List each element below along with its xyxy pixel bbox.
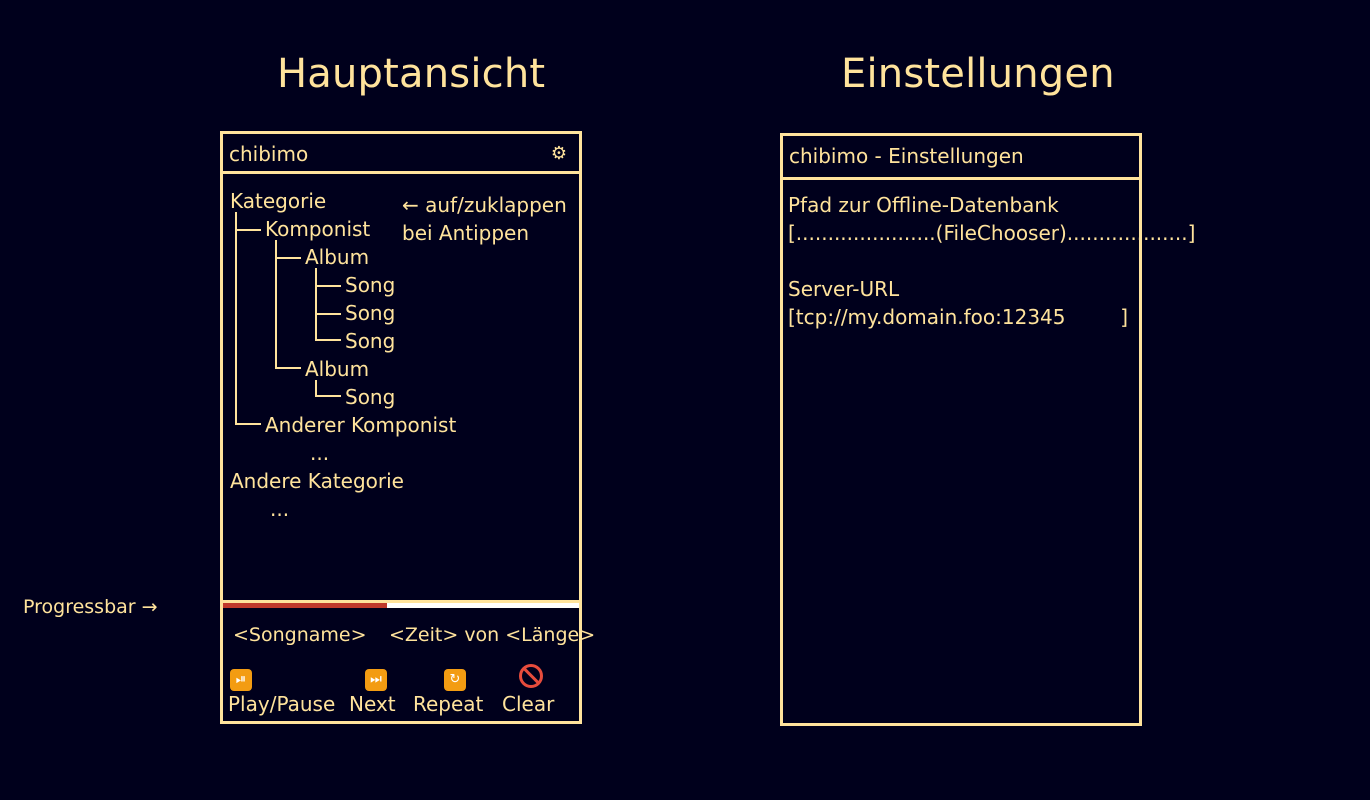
tree-connector bbox=[275, 257, 301, 259]
next-track-icon[interactable]: ⏭ bbox=[363, 664, 389, 691]
tree-ellipsis: ... bbox=[310, 441, 330, 465]
tree-connector bbox=[315, 285, 341, 287]
tree-other-composer[interactable]: Anderer Komponist bbox=[265, 411, 456, 439]
play-pause-icon[interactable]: ⏯ bbox=[228, 664, 254, 691]
prohibited-icon[interactable] bbox=[518, 664, 544, 688]
next-button[interactable]: Next bbox=[349, 690, 396, 718]
settings-view-panel: chibimo - Einstellungen Pfad zur Offline… bbox=[780, 133, 1195, 726]
server-url-end: ] bbox=[1120, 305, 1128, 329]
tree-song[interactable]: Song bbox=[345, 271, 395, 299]
tree-album[interactable]: Album bbox=[305, 243, 369, 271]
collapse-note: ← auf/zuklappen bbox=[402, 193, 567, 217]
progress-bar[interactable] bbox=[223, 600, 579, 611]
main-view-heading: Hauptansicht bbox=[277, 51, 546, 97]
tree-connector bbox=[235, 212, 237, 424]
clear-button[interactable]: Clear bbox=[502, 690, 554, 718]
settings-titlebar: chibimo - Einstellungen bbox=[783, 136, 1139, 180]
tree-ellipsis: ... bbox=[270, 497, 290, 521]
tree-composer[interactable]: Komponist bbox=[265, 215, 370, 243]
settings-view-heading: Einstellungen bbox=[841, 51, 1115, 97]
tree-connector bbox=[315, 380, 317, 396]
tree-connector bbox=[275, 367, 301, 369]
tree-connector bbox=[235, 229, 261, 231]
time-info: <Zeit> von <Länge> bbox=[389, 624, 596, 646]
tree-connector bbox=[235, 423, 261, 425]
play-pause-button[interactable]: Play/Pause bbox=[228, 690, 335, 718]
main-view-panel: chibimo ⚙ Kategorie Komponist Album Song… bbox=[220, 131, 595, 724]
tree-category[interactable]: Kategorie bbox=[230, 187, 326, 215]
progress-fill bbox=[223, 603, 387, 608]
db-path-filechooser[interactable]: [......................(FileChooser)....… bbox=[788, 219, 1195, 247]
tree-connector bbox=[315, 313, 341, 315]
gear-icon[interactable]: ⚙ bbox=[551, 142, 567, 166]
tree-song[interactable]: Song bbox=[345, 299, 395, 327]
tree-connector bbox=[315, 268, 317, 340]
progressbar-annotation: Progressbar → bbox=[23, 596, 158, 618]
repeat-button[interactable]: Repeat bbox=[413, 690, 483, 718]
tree-other-category[interactable]: Andere Kategorie bbox=[230, 467, 404, 495]
db-path-label: Pfad zur Offline-Datenbank bbox=[788, 193, 1059, 217]
tree-song[interactable]: Song bbox=[345, 327, 395, 355]
tree-connector bbox=[315, 339, 341, 341]
main-titlebar: chibimo ⚙ bbox=[223, 134, 579, 174]
app-title: chibimo bbox=[229, 142, 309, 166]
tree-song[interactable]: Song bbox=[345, 383, 395, 411]
tree-connector bbox=[315, 395, 341, 397]
server-url-value: [tcp://my.domain.foo:12345 bbox=[788, 305, 1066, 329]
repeat-icon[interactable]: ↻ bbox=[442, 664, 468, 691]
collapse-note: bei Antippen bbox=[402, 221, 530, 245]
server-url-field[interactable]: [tcp://my.domain.foo:12345 ] bbox=[788, 303, 1128, 331]
song-name: <Songname> bbox=[233, 624, 367, 646]
server-url-label: Server-URL bbox=[788, 277, 900, 301]
settings-title: chibimo - Einstellungen bbox=[789, 144, 1024, 168]
tree-connector bbox=[275, 240, 277, 368]
tree-album[interactable]: Album bbox=[305, 355, 369, 383]
